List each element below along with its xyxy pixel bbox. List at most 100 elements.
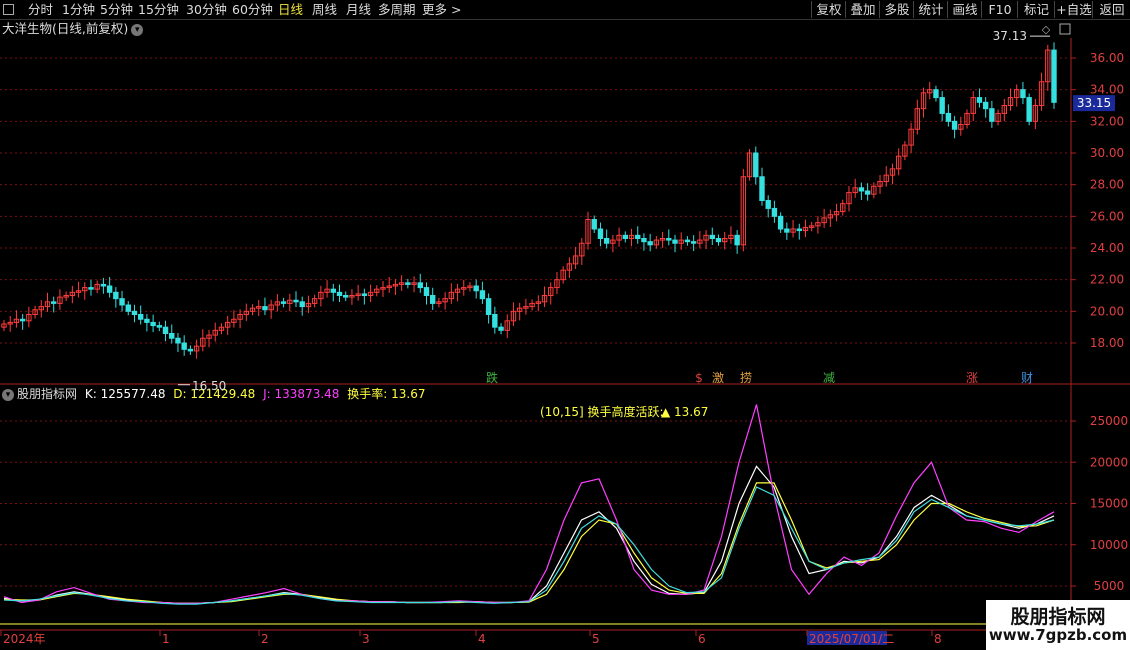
candle-body — [156, 325, 163, 328]
candle-body — [635, 234, 641, 239]
candle-body — [1026, 97, 1032, 122]
candle-body — [169, 333, 175, 339]
candle-body — [131, 310, 138, 316]
candle-body — [119, 298, 125, 306]
candle-body — [765, 200, 771, 209]
candle-body — [88, 287, 94, 290]
candle-body — [933, 89, 939, 99]
candle-body — [939, 97, 945, 114]
candle-body — [771, 207, 778, 217]
price-tick-label: 24.00 — [1090, 241, 1124, 255]
candle-body — [125, 304, 131, 312]
candle-body — [405, 282, 411, 285]
candle-body — [666, 238, 672, 241]
candle-body — [280, 301, 287, 304]
candle-body — [137, 314, 144, 320]
candle-body — [19, 318, 26, 322]
indicator-tick-label: 10000 — [1090, 538, 1128, 552]
indicator-tick-label: 20000 — [1090, 455, 1128, 469]
candle-body — [603, 238, 610, 244]
candle-body — [784, 228, 790, 233]
candle-body — [976, 97, 983, 103]
candle-body — [1051, 49, 1057, 103]
event-marker: 跌 — [486, 370, 498, 385]
watermark-url: www.7gpzb.com — [988, 626, 1128, 644]
event-marker: 捞 — [740, 371, 752, 385]
watermark-title: 股朋指标网 — [1010, 606, 1106, 628]
event-marker: 激 — [712, 371, 724, 385]
indicator-line-D — [3, 482, 1055, 604]
candle-body — [262, 306, 268, 311]
candle-body — [684, 239, 691, 243]
indicator-note: (10,15] 换手高度活跃: — [540, 404, 664, 419]
candle-body — [597, 228, 604, 239]
candle-body — [951, 120, 958, 130]
date-label: 8 — [934, 632, 942, 646]
candle-body — [796, 228, 802, 232]
candle-body — [858, 187, 865, 192]
price-tick-label: 34.00 — [1090, 83, 1124, 97]
date-label: 2024年 — [3, 632, 46, 646]
candle-body — [343, 295, 349, 298]
high-label: 37.13 — [993, 29, 1027, 43]
candle-body — [647, 241, 653, 246]
candle-body — [498, 326, 504, 331]
candle-body — [672, 239, 678, 244]
candle-body — [330, 288, 336, 293]
price-tick-label: 20.00 — [1090, 304, 1124, 318]
price-tick-label: 18.00 — [1090, 336, 1124, 350]
site-watermark: 股朋指标网 www.7gpzb.com — [986, 600, 1130, 650]
date-label: 2 — [261, 632, 269, 646]
last-price-label: 33.15 — [1077, 96, 1111, 110]
candle-body — [100, 283, 107, 287]
candle-body — [989, 108, 995, 122]
candle-body — [336, 291, 343, 297]
candle-body — [299, 301, 305, 308]
candle-body — [777, 215, 784, 230]
candle-body — [106, 285, 113, 293]
candle-body — [51, 301, 57, 304]
candle-body — [293, 299, 299, 303]
low-label: 16.50 — [192, 379, 226, 393]
indicator-tick-label: 5000 — [1094, 579, 1125, 593]
candle-body — [423, 287, 430, 297]
candle-body — [982, 101, 989, 110]
candle-body — [1020, 89, 1026, 99]
candle-body — [361, 293, 368, 296]
price-tick-label: 28.00 — [1090, 178, 1124, 192]
candle-body — [113, 291, 119, 300]
indicator-note-value: ▲ 13.67 — [661, 405, 708, 419]
date-label: 5 — [592, 632, 600, 646]
price-tick-label: 22.00 — [1090, 273, 1124, 287]
event-marker: 涨 — [966, 370, 978, 385]
date-label: 2025/07/01/二 — [809, 632, 894, 646]
price-tick-label: 26.00 — [1090, 209, 1124, 223]
date-label: 1 — [162, 632, 170, 646]
candle-body — [187, 348, 194, 352]
candle-body — [473, 285, 479, 292]
event-marker: 减 — [823, 371, 835, 385]
price-tick-label: 36.00 — [1090, 51, 1124, 65]
candle-body — [181, 342, 187, 350]
diamond-icon: ◇ — [1042, 23, 1051, 36]
candle-body — [175, 337, 181, 344]
candle-body — [641, 238, 647, 243]
candle-body — [591, 219, 597, 230]
event-marker: 财 — [1021, 371, 1033, 385]
indicator-line-K — [3, 465, 1055, 604]
candle-body — [492, 314, 498, 328]
candle-body — [709, 234, 715, 239]
candle-body — [429, 295, 436, 304]
date-label: 3 — [362, 632, 370, 646]
date-label: 4 — [478, 632, 486, 646]
candle-body — [417, 282, 423, 289]
price-tick-label: 30.00 — [1090, 146, 1124, 160]
indicator-tick-label: 15000 — [1090, 497, 1128, 511]
candle-body — [622, 234, 629, 239]
price-tick-label: 32.00 — [1090, 114, 1124, 128]
candle-body — [144, 318, 150, 323]
candle-body — [734, 234, 740, 246]
candle-body — [690, 241, 697, 244]
panel-toggle-icon — [1059, 23, 1071, 35]
candle-body — [864, 190, 871, 195]
